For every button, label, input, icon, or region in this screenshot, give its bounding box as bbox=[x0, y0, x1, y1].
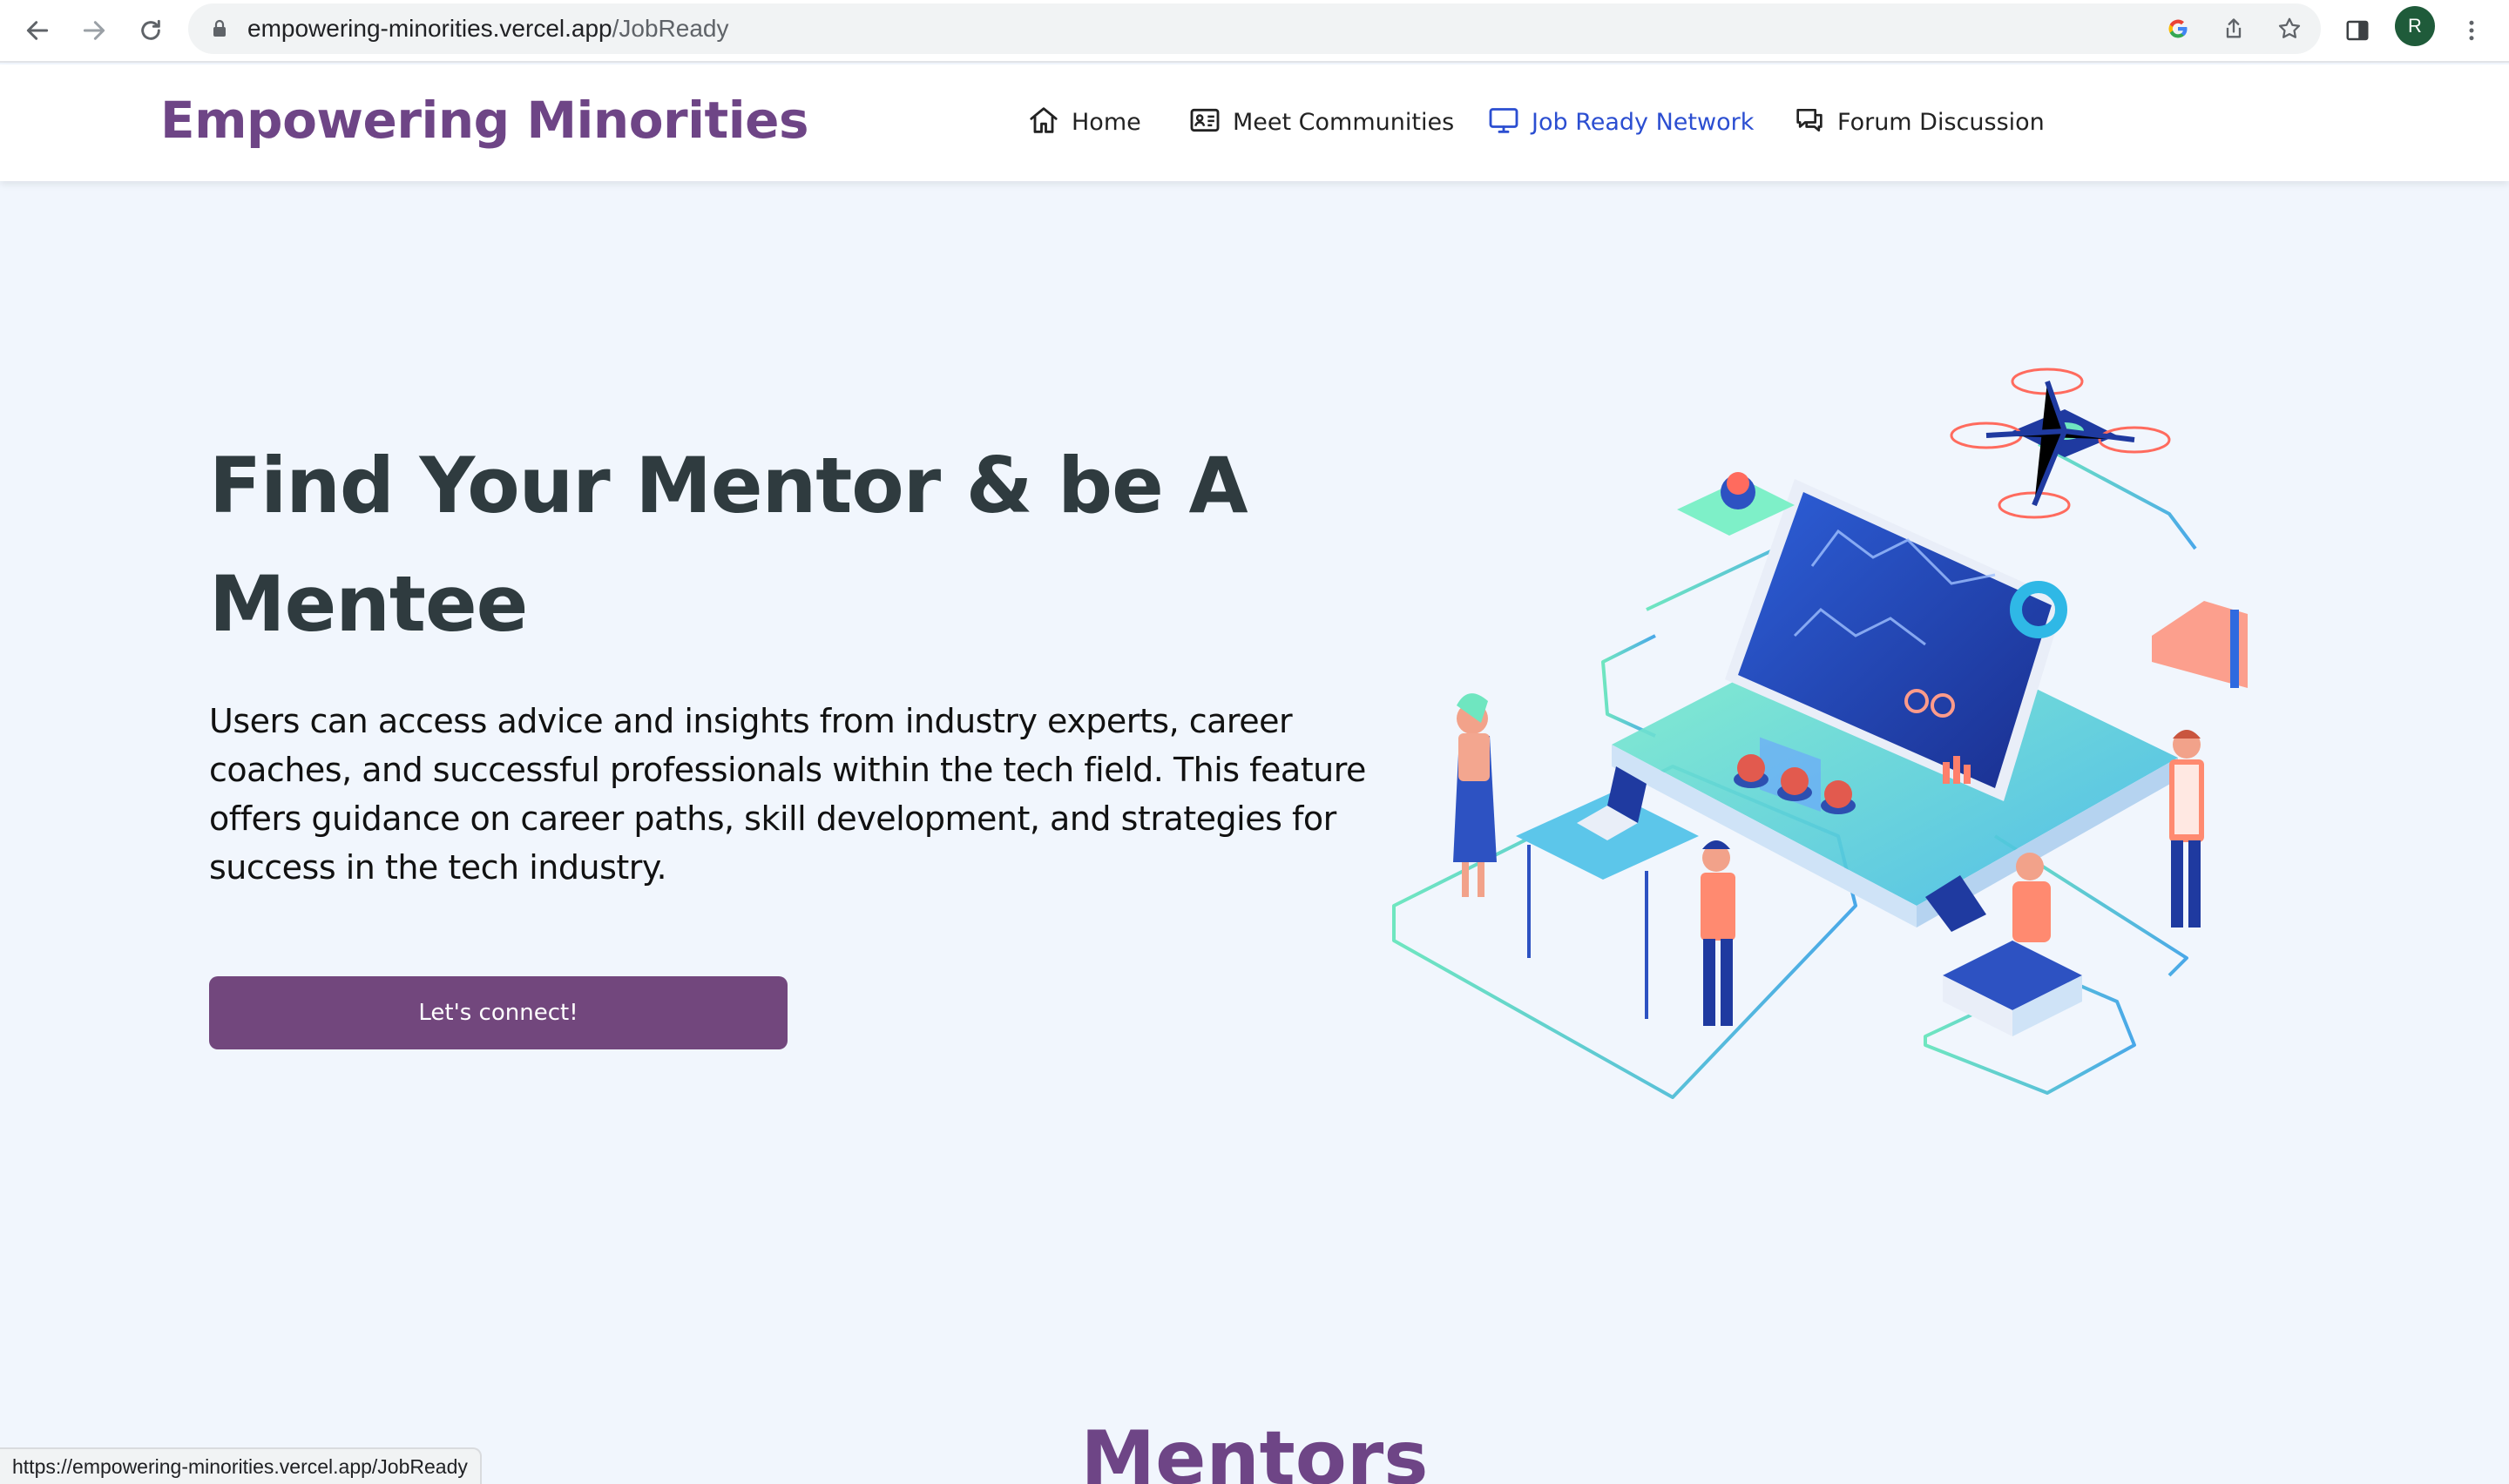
hero-description: Users can access advice and insights fro… bbox=[209, 702, 1366, 887]
home-icon bbox=[1026, 103, 1061, 142]
nav-home[interactable]: Home bbox=[1026, 103, 1141, 141]
google-lens-icon[interactable] bbox=[2161, 12, 2195, 45]
back-arrow-icon[interactable] bbox=[16, 9, 59, 52]
hero-illustration bbox=[1385, 348, 2274, 1115]
side-panel-icon[interactable] bbox=[2336, 9, 2379, 52]
share-icon[interactable] bbox=[2217, 12, 2250, 45]
lets-connect-button[interactable]: Let's connect! bbox=[209, 976, 788, 1049]
forward-arrow-icon[interactable] bbox=[72, 9, 116, 52]
url-path: /JobReady bbox=[612, 15, 729, 42]
nav-job-ready-network[interactable]: Job Ready Network bbox=[1486, 103, 1754, 141]
site-header: Empowering Minorities Home Meet Communit… bbox=[0, 64, 2509, 181]
more-menu-icon[interactable] bbox=[2450, 9, 2493, 52]
monitor-icon bbox=[1486, 103, 1521, 142]
id-card-icon bbox=[1187, 103, 1222, 142]
hero-title: Find Your Mentor & be A Mentee bbox=[209, 441, 1248, 649]
nav-forum-discussion[interactable]: Forum Discussion bbox=[1792, 103, 2045, 141]
nav-forum-discussion-label: Forum Discussion bbox=[1837, 108, 2045, 136]
nav-home-label: Home bbox=[1072, 108, 1141, 136]
url-text: empowering-minorities.vercel.app/JobRead… bbox=[247, 15, 729, 43]
nav-meet-communities[interactable]: Meet Communities bbox=[1187, 103, 1454, 141]
brand-logo[interactable]: Empowering Minorities bbox=[160, 91, 809, 150]
address-bar[interactable]: empowering-minorities.vercel.app/JobRead… bbox=[188, 3, 2321, 54]
link-status-bar: https://empowering-minorities.vercel.app… bbox=[0, 1447, 482, 1484]
reload-icon[interactable] bbox=[129, 9, 172, 52]
profile-avatar[interactable]: R bbox=[2395, 6, 2435, 46]
url-host: empowering-minorities.vercel.app bbox=[247, 15, 612, 42]
chat-bubbles-icon bbox=[1792, 103, 1827, 142]
browser-toolbar: empowering-minorities.vercel.app/JobRead… bbox=[0, 0, 2509, 63]
nav-job-ready-network-label: Job Ready Network bbox=[1532, 108, 1755, 136]
lock-icon bbox=[209, 18, 230, 39]
nav-meet-communities-label: Meet Communities bbox=[1233, 108, 1455, 136]
bookmark-star-icon[interactable] bbox=[2273, 12, 2306, 45]
